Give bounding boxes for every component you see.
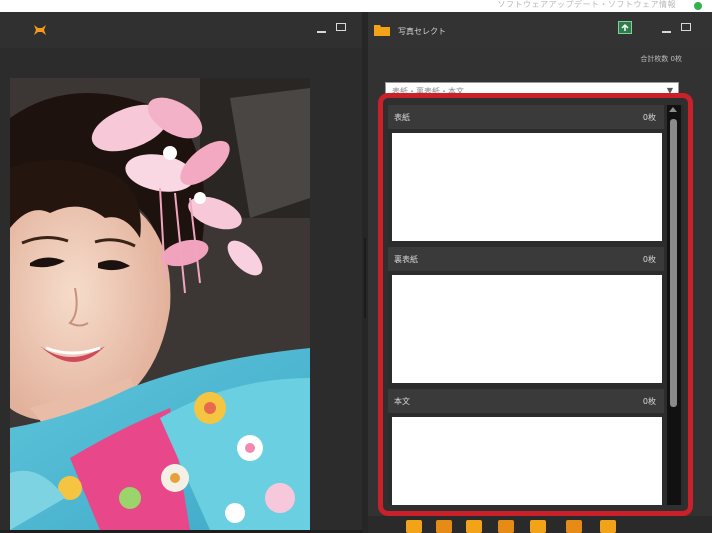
group-name: 表紙	[394, 113, 410, 122]
group-count: 0枚	[642, 255, 656, 264]
group-count: 0枚	[642, 113, 656, 122]
filter-icon[interactable]	[530, 520, 546, 533]
add-photo-icon[interactable]	[406, 520, 422, 533]
status-icon	[694, 2, 702, 10]
group-header-cover[interactable]: 表紙 0枚	[388, 105, 664, 129]
settings-icon[interactable]	[600, 520, 616, 533]
layout-icon[interactable]	[436, 520, 452, 533]
panel-maximize-button[interactable]	[681, 23, 691, 31]
app-window: ソフトウェアアップデート・ソフトウェア情報 写真セレクト 合計枚数 0枚 表紙・…	[0, 0, 712, 533]
group-header-back-cover[interactable]: 裏表紙 0枚	[388, 247, 664, 271]
group-name: 裏表紙	[394, 255, 418, 264]
group-header-body[interactable]: 本文 0枚	[388, 389, 664, 413]
software-info-link[interactable]: ソフトウェアアップデート・ソフトウェア情報	[498, 0, 677, 10]
photo-group-list: 表紙 0枚 裏表紙 0枚 本文 0枚	[388, 105, 684, 505]
viewer-titlebar	[0, 12, 362, 48]
viewer-maximize-button[interactable]	[336, 23, 346, 31]
sort-icon[interactable]	[498, 520, 514, 533]
panel-minimize-button[interactable]	[662, 31, 671, 33]
viewer-minimize-button[interactable]	[317, 31, 326, 33]
group-name: 本文	[394, 397, 410, 406]
top-strip: ソフトウェアアップデート・ソフトウェア情報	[0, 0, 712, 12]
splitter-grip[interactable]	[364, 238, 366, 318]
list-scrollbar[interactable]	[667, 105, 681, 505]
total-count-label: 合計枚数 0枚	[640, 55, 682, 63]
drop-zone-body[interactable]	[392, 417, 662, 505]
folder-icon	[374, 25, 390, 36]
edit-icon[interactable]	[466, 520, 482, 533]
export-icon[interactable]	[618, 21, 632, 34]
scrollbar-thumb[interactable]	[670, 119, 677, 407]
group-count: 0枚	[642, 397, 656, 406]
scroll-up-icon[interactable]	[669, 107, 677, 112]
drop-zone-cover[interactable]	[392, 133, 662, 241]
orange-cross-icon[interactable]	[33, 24, 47, 36]
select-panel-title: 写真セレクト	[398, 27, 446, 36]
preview-photo	[10, 78, 310, 530]
photo-viewer-panel	[0, 12, 362, 533]
remove-icon[interactable]	[566, 520, 582, 533]
select-panel-titlebar: 写真セレクト	[368, 12, 712, 48]
drop-zone-back-cover[interactable]	[392, 275, 662, 383]
